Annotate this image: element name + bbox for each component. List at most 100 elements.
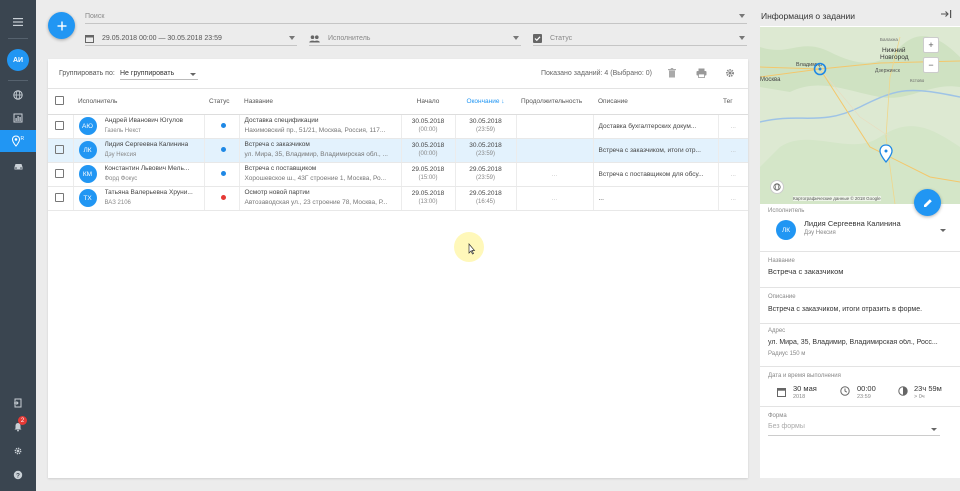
row-checkbox[interactable]	[48, 138, 73, 163]
task-address: Нахимовский пр., 51/21, Москва, Россия, …	[244, 127, 386, 134]
help-icon[interactable]: ?	[0, 464, 36, 486]
map-copyright: Картографические данные © 2018 Google	[793, 196, 881, 201]
duration-cell	[515, 114, 593, 139]
reports-icon[interactable]	[0, 107, 36, 129]
user-avatar[interactable]: АИ	[7, 49, 29, 71]
search-placeholder: Поиск	[85, 13, 105, 20]
tag-cell: ...	[717, 138, 748, 163]
map-globe-icon[interactable]	[770, 180, 784, 194]
start-cell: 29.05.2018 (13:00)	[400, 186, 455, 211]
group-by-select[interactable]: Не группировать	[120, 68, 198, 80]
table-row[interactable]: ТХ Татьяна Валерьевна Хруни... ВАЗ 2106 Осм…	[48, 186, 748, 211]
column-header-status[interactable]: Статус	[204, 90, 239, 115]
divider	[760, 366, 960, 367]
delete-icon[interactable]	[668, 68, 676, 80]
row-checkbox[interactable]	[48, 114, 73, 139]
settings-icon[interactable]	[0, 440, 36, 462]
executor-car: Газель Некст	[104, 128, 141, 134]
start-time: (13:00)	[418, 199, 438, 205]
mouse-cursor-highlight	[454, 232, 484, 262]
end-time: (23:59)	[475, 151, 495, 157]
map-canvas: Нижний Новгород Дзержинск Владимир Москв…	[760, 27, 960, 204]
status-dot	[220, 170, 226, 176]
table-row[interactable]: КМ Константин Львович Мель... Форд Фокус Вс…	[48, 162, 748, 187]
date-value[interactable]: 30 мая	[793, 384, 817, 393]
executor-car: Форд Фокус	[104, 176, 138, 182]
column-header-title[interactable]: Название	[239, 90, 401, 115]
task-description-value: Встреча с заказчиком, итоги отразить в ф…	[768, 306, 923, 313]
row-checkbox[interactable]	[48, 186, 73, 211]
column-header-tag[interactable]: Тег	[718, 90, 748, 115]
description-cell: Встреча с поставщиком для обсу...	[592, 162, 718, 187]
start-date: 29.05.2018	[411, 190, 445, 197]
tag-cell: ...	[717, 186, 748, 211]
zoom-out-button[interactable]: −	[923, 57, 939, 73]
map-city-label: Дзержинск	[875, 68, 901, 74]
checkbox-icon	[533, 34, 542, 43]
title-cell: Осмотр новой партии Автозаводская ул., 23…	[238, 186, 401, 211]
executor-avatar: КМ	[78, 165, 97, 183]
column-header-end-label: Окончание	[466, 98, 500, 106]
task-map[interactable]: Нижний Новгород Дзержинск Владимир Москв…	[760, 27, 960, 204]
car-icon[interactable]	[0, 155, 36, 177]
description-cell: Доставка бухгалтерских докум...	[592, 114, 718, 139]
form-select[interactable]: Без формы	[768, 423, 940, 436]
collapse-panel-icon[interactable]	[941, 10, 952, 20]
divider	[760, 323, 960, 324]
edit-task-button[interactable]	[914, 189, 941, 216]
task-address: Автозаводская ул., 23 строение 78, Москв…	[244, 199, 388, 206]
map-city-label: Москва	[760, 77, 781, 83]
date-year: 2018	[793, 394, 806, 400]
executor-placeholder: Исполнитель	[328, 35, 371, 42]
task-description-label: Описание	[768, 294, 796, 300]
column-header-duration[interactable]: Продолжительность	[516, 90, 593, 115]
executor-name: Лидия Сергеевна Калинина	[104, 141, 189, 148]
settings-icon[interactable]	[725, 68, 735, 80]
tasks-location-icon[interactable]: R	[0, 130, 36, 152]
select-all-checkbox[interactable]	[48, 90, 73, 115]
status-cell	[203, 186, 239, 211]
table-row[interactable]: ЛК Лидия Сергеевна Калинина Дэу Нексия Встр…	[48, 138, 748, 163]
logout-icon[interactable]	[0, 392, 36, 414]
tag-cell: ...	[717, 114, 748, 139]
table-row[interactable]: АЮ Андрей Иванович Югулов Газель Некст Дост…	[48, 114, 748, 139]
divider	[760, 251, 960, 252]
duration-sub: > 0ч	[914, 394, 925, 400]
column-header-start[interactable]: Начало	[401, 90, 455, 115]
chevron-down-icon	[289, 36, 295, 40]
menu-icon[interactable]	[0, 11, 36, 33]
column-header-executor[interactable]: Исполнитель	[73, 90, 204, 115]
left-rail: АИ R 2 ?	[0, 0, 36, 491]
chevron-down-icon	[940, 229, 946, 232]
title-cell: Встреча с поставщиком Хорошевское ш., 43Г…	[238, 162, 401, 187]
chevron-down-icon	[931, 428, 937, 431]
description-cell: ...	[592, 186, 718, 211]
executor-name: Лидия Сергеевна Калинина	[804, 219, 901, 228]
time-value[interactable]: 00:00	[857, 384, 876, 393]
date-range-field[interactable]: 29.05.2018 00:00 — 30.05.2018 23:59	[85, 32, 297, 46]
end-cell: 30.05.2018 (23:59)	[454, 138, 516, 163]
end-time: (16:45)	[475, 199, 495, 205]
task-title: Осмотр новой партии	[244, 189, 310, 196]
add-task-button[interactable]	[48, 12, 75, 39]
task-details-panel: Информация о задании Нижний Новгород Дзе…	[760, 0, 960, 478]
globe-icon[interactable]	[0, 84, 36, 106]
row-checkbox[interactable]	[48, 162, 73, 187]
column-header-description[interactable]: Описание	[593, 90, 718, 115]
executor-filter[interactable]: Исполнитель	[309, 32, 521, 46]
task-name-value: Встреча с заказчиком	[768, 267, 844, 276]
task-address: Хорошевское ш., 43Г строение 1, Москва, …	[244, 175, 387, 182]
start-date: 29.05.2018	[411, 166, 445, 173]
status-filter[interactable]: Статус	[533, 32, 747, 46]
task-address-value: ул. Мира, 35, Владимир, Владимирская обл…	[768, 339, 938, 346]
group-by-value: Не группировать	[120, 70, 175, 77]
executor-select[interactable]: ЛК Лидия Сергеевна Калинина Дэу Нексия	[768, 218, 952, 244]
map-city-label: Нижний	[882, 46, 906, 54]
search-input[interactable]: Поиск	[85, 10, 747, 24]
print-icon[interactable]	[696, 68, 707, 80]
zoom-in-button[interactable]: +	[923, 37, 939, 53]
column-header-end[interactable]: Окончание ↓	[455, 90, 516, 115]
chevron-down-icon	[739, 14, 745, 18]
executor-cell: ЛК Лидия Сергеевна Калинина Дэу Нексия	[72, 138, 204, 163]
rail-divider	[8, 80, 28, 81]
